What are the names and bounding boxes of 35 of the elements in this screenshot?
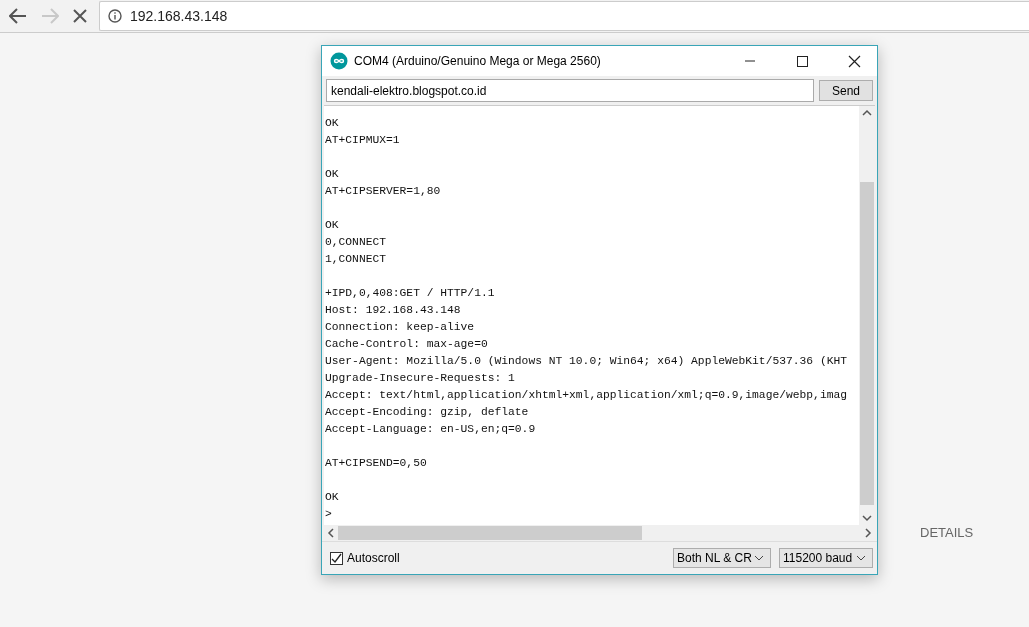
output-line: Accept: text/html,application/xhtml+xml,application/xml;q=0.9,image/webp,imag	[325, 388, 848, 403]
output-line: Upgrade-Insecure-Requests: 1	[325, 371, 516, 386]
caret-icon	[754, 555, 764, 561]
baud-rate-dropdown[interactable]: 115200 baud	[779, 548, 873, 568]
output-line: OK	[325, 116, 340, 131]
message-input[interactable]: kendali-elektro.blogspot.co.id	[326, 79, 814, 102]
send-button[interactable]: Send	[819, 80, 873, 101]
output-line: User-Agent: Mozilla/5.0 (Windows NT 10.0; Win64; x64) AppleWebKit/537.36 (KHT	[325, 354, 848, 369]
vertical-scrollbar[interactable]	[859, 106, 875, 525]
output-line: Connection: keep-alive	[325, 320, 476, 335]
window-title: COM4 (Arduino/Genuino Mega or Mega 2560)	[354, 54, 601, 68]
output-line: AT+CIPSEND=0,50	[325, 456, 428, 471]
output-line: 1,CONNECT	[325, 252, 387, 267]
output-line: +IPD,0,408:GET / HTTP/1.1	[325, 286, 496, 301]
output-line: Accept-Language: en-US,en;q=0.9	[325, 422, 537, 437]
details-link[interactable]: DETAILS	[920, 525, 974, 540]
output-line: Host: 192.168.43.148	[325, 303, 462, 318]
back-icon[interactable]	[9, 8, 27, 24]
output-line: AT+CIPSERVER=1,80	[325, 184, 442, 199]
output-line: OK	[325, 490, 340, 505]
line-ending-dropdown[interactable]: Both NL & CR	[673, 548, 771, 568]
checkbox[interactable]	[330, 551, 343, 565]
address-bar[interactable]: 192.168.43.148	[99, 1, 1029, 31]
caret-icon	[856, 555, 866, 561]
autoscroll-checkbox[interactable]: Autoscroll	[330, 551, 400, 565]
output-line: Accept-Encoding: gzip, deflate	[325, 405, 530, 420]
output-line: 0,CONNECT	[325, 235, 387, 250]
info-icon	[108, 9, 122, 23]
output-line: OK	[325, 167, 340, 182]
output-line: AT+CIPMUX=1	[325, 133, 401, 148]
infinity-logo-icon	[330, 52, 348, 70]
close-icon[interactable]	[73, 9, 87, 23]
output-line: >	[325, 507, 333, 522]
output-line: OK	[325, 218, 340, 233]
output-line: Cache-Control: max-age=0	[325, 337, 489, 352]
